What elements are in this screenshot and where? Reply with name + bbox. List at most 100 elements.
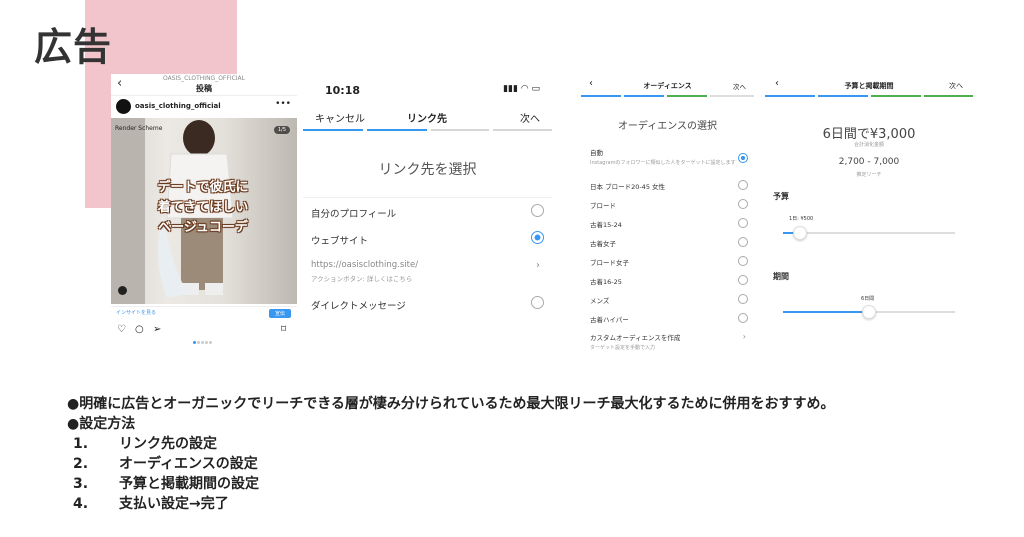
share-icon[interactable]: ➢ (153, 324, 161, 335)
audience-option[interactable]: ブロード (590, 199, 748, 210)
account-header: OASIS_CLOTHING_OFFICIAL (162, 75, 246, 82)
create-custom-audience[interactable]: カスタムオーディエンスを作成 ターゲット設定を手動で入力 › (590, 332, 748, 351)
audience-option[interactable]: 古着女子 (590, 237, 748, 248)
website-url[interactable]: https://oasisclothing.site/ (311, 260, 418, 270)
status-bar: 10:18 ▮▮▮ ◠ ▭ (303, 80, 552, 102)
option-label: 日本 ブロード20-45 女性 (590, 183, 666, 191)
setup-step: 1. リンク先の設定 (73, 434, 259, 454)
audience-option[interactable]: 日本 ブロード20-45 女性 (590, 180, 748, 191)
step-text: 支払い設定→完了 (119, 496, 229, 512)
step-text: オーディエンスの設定 (119, 456, 258, 472)
bullet-setup-method: ●設定方法 (67, 416, 136, 432)
username[interactable]: oasis_clothing_official (135, 102, 221, 110)
bookmark-icon[interactable]: ⌑ (281, 324, 286, 335)
image-caption: デートで彼氏に 着てきてほしい ベージュコーデ (143, 178, 263, 238)
radio-button[interactable] (738, 180, 748, 190)
post-label: 投稿 (196, 84, 212, 93)
setup-step: 4. 支払い設定→完了 (73, 494, 259, 514)
audience-option[interactable]: 古着ハイパー (590, 313, 748, 324)
setup-step: 2. オーディエンスの設定 (73, 454, 259, 474)
option-label: ブロード女子 (590, 259, 629, 267)
next-button[interactable]: 次へ (520, 110, 540, 125)
radio-button[interactable] (531, 204, 544, 217)
period-slider-knob[interactable] (862, 305, 876, 319)
radio-button[interactable] (738, 275, 748, 285)
status-time: 10:18 (325, 84, 361, 97)
audience-option[interactable]: 古着16-25 (590, 275, 748, 286)
radio-button[interactable] (738, 237, 748, 247)
option-profile[interactable]: 自分のプロフィール (311, 204, 544, 220)
step-number: 3. (73, 476, 89, 492)
budget-slider[interactable] (783, 226, 955, 240)
radio-button[interactable] (738, 294, 748, 304)
chevron-right-icon[interactable]: › (536, 260, 540, 271)
radio-button[interactable] (738, 199, 748, 209)
step-text: 予算と掲載期間の設定 (119, 476, 259, 492)
caption-line: デートで彼氏に (157, 180, 249, 195)
radio-button-selected[interactable] (531, 231, 544, 244)
audience-option[interactable]: 古着15-24 (590, 218, 748, 229)
total-spend-label: 合計消化金額 (853, 142, 884, 148)
cancel-button[interactable]: キャンセル (315, 110, 365, 125)
option-label: ダイレクトメッセージ (311, 301, 406, 312)
estimated-reach: 2,700 - 7,000 (838, 157, 900, 167)
audience-option[interactable]: ブロード女子 (590, 256, 748, 267)
period-slider-fill (783, 311, 869, 313)
radio-button[interactable] (738, 256, 748, 266)
radio-button-selected[interactable] (738, 153, 748, 163)
option-label: 自分のプロフィール (311, 209, 397, 220)
nav-title: 予算と掲載期間 (844, 82, 894, 90)
caption-line: ベージュコーデ (158, 220, 248, 235)
option-label: 古着16-25 (590, 278, 622, 286)
period-label: 期間 (773, 272, 789, 281)
heart-icon[interactable]: ♡ (117, 324, 126, 335)
option-direct-message[interactable]: ダイレクトメッセージ (311, 296, 544, 312)
radio-button[interactable] (738, 218, 748, 228)
action-button-label: アクションボタン: 詳しくはこちら (311, 275, 413, 283)
option-label: ウェブサイト (311, 236, 369, 247)
period-value: 6日間 (861, 296, 875, 302)
audience-option[interactable]: メンズ (590, 294, 748, 305)
tagged-user-icon[interactable] (118, 286, 127, 295)
budget-slider-knob[interactable] (793, 226, 808, 240)
scheme-text: Render Scheme (115, 125, 163, 132)
option-label: 古着15-24 (590, 221, 622, 229)
step-number: 2. (73, 456, 89, 472)
more-options-icon[interactable]: ••• (275, 99, 291, 109)
divider (303, 197, 552, 198)
next-button[interactable]: 次へ (949, 81, 963, 91)
total-spend: 6日間で¥3,000 (822, 127, 916, 142)
option-label: 古着女子 (590, 240, 616, 248)
instagram-post-panel: ‹ OASIS_CLOTHING_OFFICIAL 投稿 oasis_cloth… (111, 74, 297, 344)
option-label: ブロード (590, 202, 616, 210)
budget-period-panel: ‹ 予算と掲載期間 次へ 6日間で¥3,000 合計消化金額 2,700 - 7… (765, 75, 973, 345)
option-sub: Instagramのフォロワーに類似した人をターゲットに設定します (590, 160, 736, 166)
bullet-recommendation: ●明確に広告とオーガニックでリーチできる層が棲み分けられているため最大限リーチ最… (67, 396, 835, 412)
comment-icon[interactable]: ○ (135, 324, 144, 335)
audience-option-auto[interactable]: 自動 Instagramのフォロワーに類似した人をターゲットに設定します (590, 147, 748, 166)
option-sub: ターゲット設定を手動で入力 (590, 345, 656, 351)
option-label: 古着ハイパー (590, 316, 629, 324)
radio-button[interactable] (531, 296, 544, 309)
nav-bar: キャンセル リンク先 次へ (303, 106, 552, 130)
option-website[interactable]: ウェブサイト (311, 231, 544, 247)
insight-link[interactable]: インサイトを見る (116, 309, 156, 316)
post-image: Render Scheme 1/5 デートで彼氏に 着てきてほしい ベージュコー… (111, 118, 297, 304)
nav-bar: ‹ 予算と掲載期間 次へ (765, 75, 973, 95)
progress-segments (581, 95, 754, 97)
promote-button[interactable]: 宣伝 (268, 309, 291, 318)
radio-button[interactable] (738, 313, 748, 323)
setup-step: 3. 予算と掲載期間の設定 (73, 474, 259, 494)
caption-line: 着てきてほしい (157, 200, 249, 215)
setup-steps: 1. リンク先の設定 2. オーディエンスの設定 3. 予算と掲載期間の設定 4… (73, 434, 259, 514)
avatar[interactable] (116, 99, 131, 114)
image-counter: 1/5 (273, 126, 290, 134)
summary-bullets: ●明確に広告とオーガニックでリーチできる層が棲み分けられているため最大限リーチ最… (67, 394, 835, 434)
period-slider[interactable] (783, 305, 955, 319)
audience-panel: ‹ オーディエンス 次へ オーディエンスの選択 自動 Instagramのフォロ… (581, 75, 754, 351)
signal-wifi-battery-icon: ▮▮▮ ◠ ▭ (503, 84, 540, 94)
nav-bar: ‹ オーディエンス 次へ (581, 75, 754, 95)
step-number: 1. (73, 436, 89, 452)
carousel-dots (193, 329, 213, 348)
next-button[interactable]: 次へ (733, 81, 746, 91)
